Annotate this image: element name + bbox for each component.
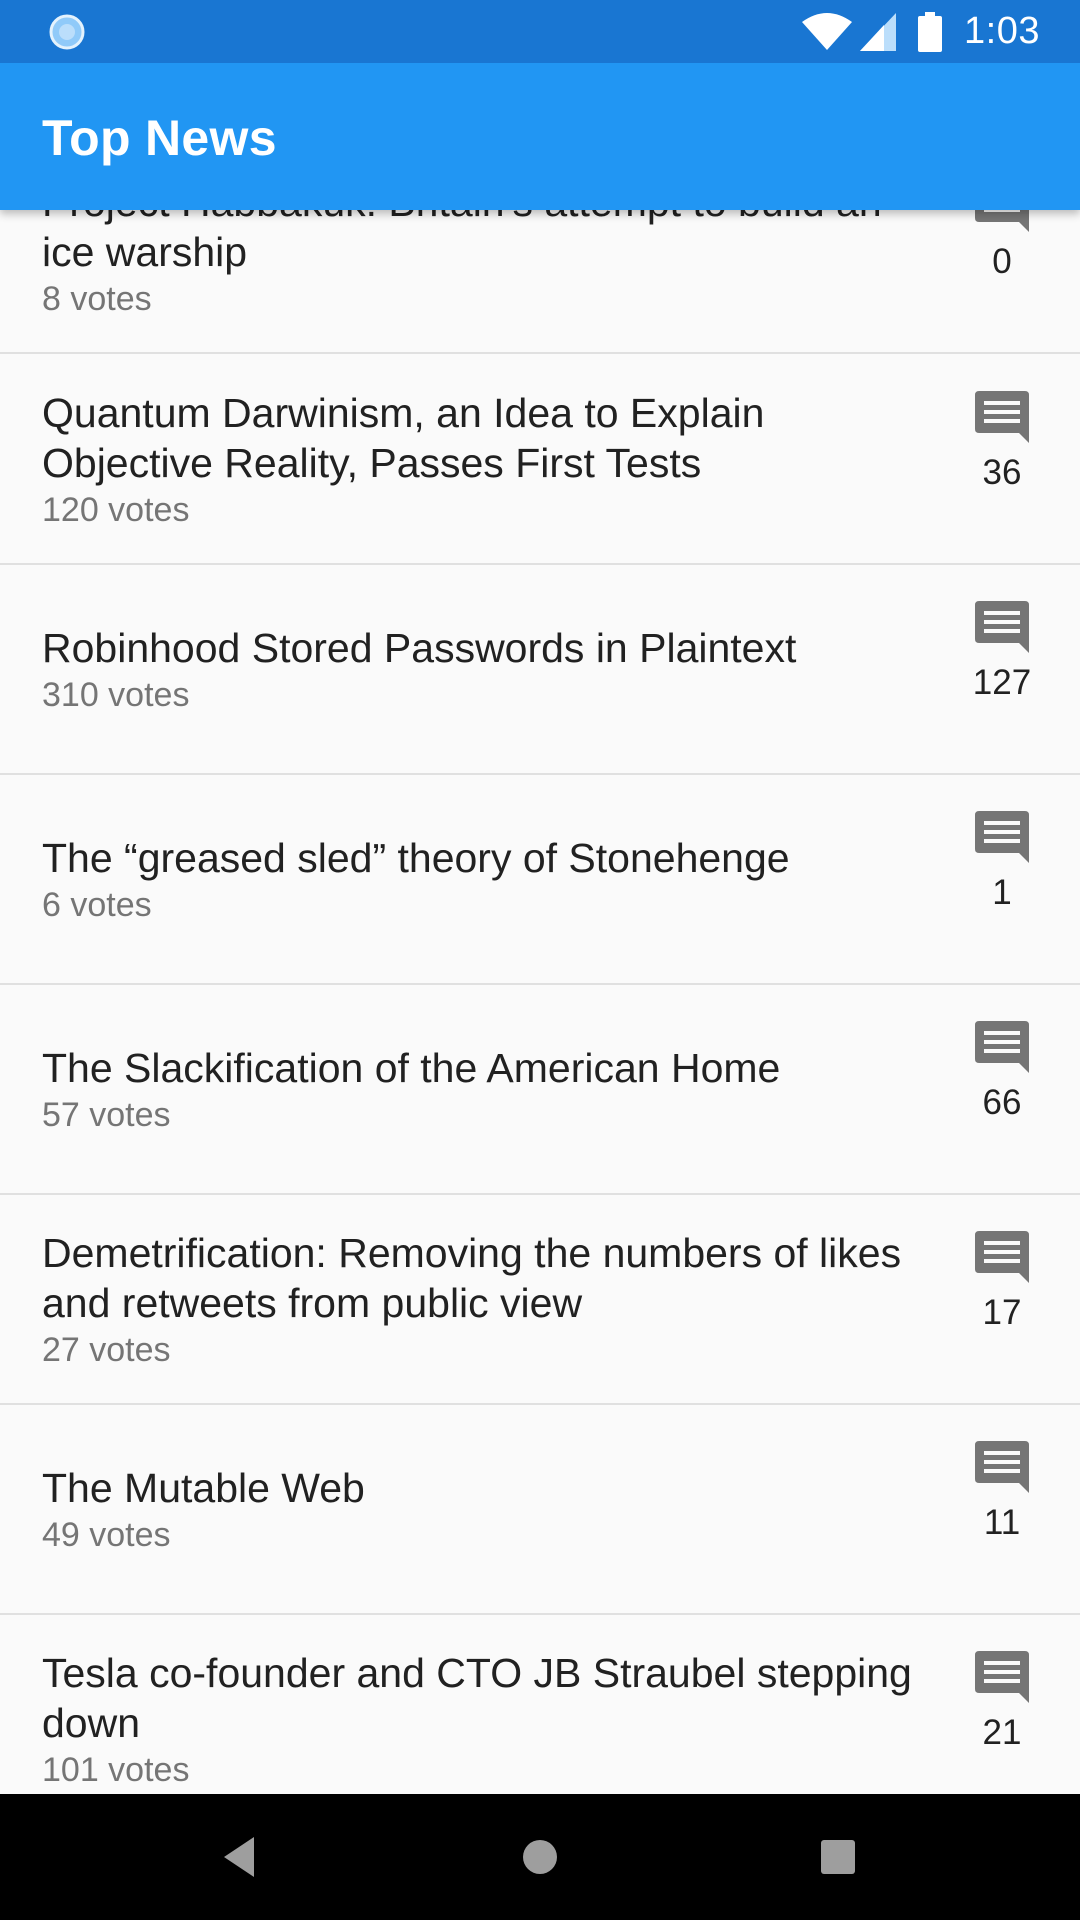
comment-count: 36 <box>982 453 1022 492</box>
status-indicators: 1:03 <box>800 0 1040 63</box>
story-title: The Mutable Web <box>42 1465 365 1511</box>
story-text: The Mutable Web 49 votes <box>42 1405 942 1615</box>
battery-icon <box>918 11 943 52</box>
story-item[interactable]: Tesla co-founder and CTO JB Straubel ste… <box>0 1615 1080 1794</box>
story-votes: 8 votes <box>42 280 152 318</box>
comments-button[interactable]: 11 <box>952 1405 1052 1615</box>
story-text: Demetrification: Removing the numbers of… <box>42 1195 942 1405</box>
page-title: Top News <box>42 110 277 166</box>
comments-button[interactable]: 127 <box>952 565 1052 775</box>
story-item[interactable]: The “greased sled” theory of Stonehenge … <box>0 775 1080 985</box>
comment-icon <box>975 1651 1029 1703</box>
signal-icon <box>860 12 897 51</box>
comment-count: 1 <box>992 873 1012 912</box>
story-title: Demetrification: Removing the numbers of… <box>42 1230 902 1326</box>
story-item[interactable]: The Mutable Web 49 votes 11 <box>0 1405 1080 1615</box>
story-votes: 6 votes <box>42 886 152 924</box>
status-bar: 1:03 <box>0 0 1080 63</box>
comment-count: 0 <box>992 242 1012 281</box>
navigation-bar <box>0 1794 1080 1920</box>
story-list[interactable]: Project Habbakuk: Britain's attempt to b… <box>0 0 1080 1794</box>
comment-icon <box>975 1231 1029 1283</box>
comments-button[interactable]: 36 <box>952 355 1052 565</box>
story-votes: 57 votes <box>42 1096 171 1134</box>
recents-icon[interactable] <box>812 1831 864 1883</box>
comments-button[interactable]: 17 <box>952 1195 1052 1405</box>
story-text: Robinhood Stored Passwords in Plaintext … <box>42 565 942 775</box>
story-item[interactable]: Robinhood Stored Passwords in Plaintext … <box>0 565 1080 775</box>
comment-count: 17 <box>982 1293 1022 1332</box>
comment-icon <box>975 391 1029 443</box>
story-text: Tesla co-founder and CTO JB Straubel ste… <box>42 1615 942 1794</box>
story-votes: 27 votes <box>42 1331 171 1369</box>
comments-button[interactable]: 66 <box>952 985 1052 1195</box>
story-item[interactable]: The Slackification of the American Home … <box>0 985 1080 1195</box>
story-votes: 49 votes <box>42 1516 171 1554</box>
comments-button[interactable]: 1 <box>952 775 1052 985</box>
story-votes: 101 votes <box>42 1751 190 1789</box>
story-text: The “greased sled” theory of Stonehenge … <box>42 775 942 985</box>
comment-count: 127 <box>972 663 1032 702</box>
comment-icon <box>975 811 1029 863</box>
story-votes: 120 votes <box>42 491 190 529</box>
app-bar: Top News <box>0 63 1080 210</box>
sync-icon <box>49 14 85 50</box>
wifi-icon <box>802 12 853 50</box>
story-title: The “greased sled” theory of Stonehenge <box>42 835 790 881</box>
comment-icon <box>975 1021 1029 1073</box>
story-item[interactable]: Demetrification: Removing the numbers of… <box>0 1195 1080 1405</box>
comment-count: 66 <box>982 1083 1022 1122</box>
comments-button[interactable]: 21 <box>952 1615 1052 1794</box>
comment-count: 21 <box>982 1713 1022 1752</box>
story-title: Tesla co-founder and CTO JB Straubel ste… <box>42 1650 912 1746</box>
story-text: The Slackification of the American Home … <box>42 985 942 1195</box>
story-title: The Slackification of the American Home <box>42 1045 781 1091</box>
screen: 1:03 Top News Project Habbakuk: Britain'… <box>0 0 1080 1920</box>
story-text: Quantum Darwinism, an Idea to Explain Ob… <box>42 355 942 565</box>
home-icon[interactable] <box>514 1831 566 1883</box>
story-title: Robinhood Stored Passwords in Plaintext <box>42 625 797 671</box>
back-icon[interactable] <box>216 1831 268 1883</box>
story-votes: 310 votes <box>42 676 190 714</box>
story-title: Quantum Darwinism, an Idea to Explain Ob… <box>42 390 765 486</box>
comment-icon <box>975 1441 1029 1493</box>
story-item[interactable]: Quantum Darwinism, an Idea to Explain Ob… <box>0 355 1080 565</box>
status-time: 1:03 <box>964 10 1040 52</box>
comment-count: 11 <box>983 1503 1021 1542</box>
comment-icon <box>975 601 1029 653</box>
